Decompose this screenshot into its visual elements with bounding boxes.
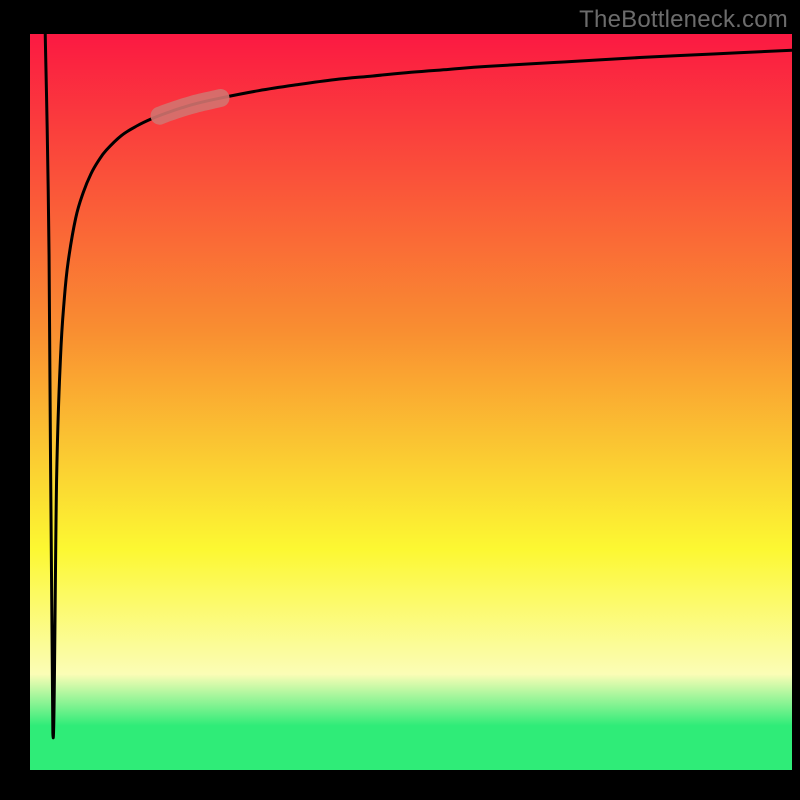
chart-stage: TheBottleneck.com [0,0,800,800]
watermark-text: TheBottleneck.com [579,6,788,34]
chart-canvas [0,0,800,800]
gradient-fill [30,34,792,770]
